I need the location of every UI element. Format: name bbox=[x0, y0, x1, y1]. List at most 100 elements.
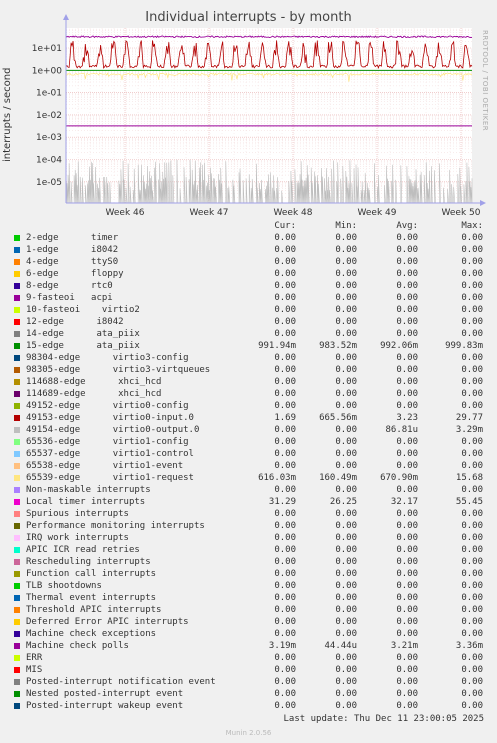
legend-avg-value: 0.00 bbox=[396, 389, 418, 399]
legend-cur-value: 0.00 bbox=[274, 689, 296, 699]
legend-avg-value: 0.00 bbox=[396, 521, 418, 531]
legend-cur-value: 0.00 bbox=[274, 461, 296, 471]
legend-max-value: 0.00 bbox=[461, 353, 483, 363]
legend-avg-value: 0.00 bbox=[396, 629, 418, 639]
legend-cur-value: 0.00 bbox=[274, 593, 296, 603]
legend-swatch bbox=[14, 415, 20, 421]
legend-row: 65537-edge virtio1-control 0.00 0.00 0.00 0.… bbox=[0, 449, 497, 461]
legend-swatch bbox=[14, 295, 20, 301]
legend-avg-value: 0.00 bbox=[396, 293, 418, 303]
legend-cur-value: 0.00 bbox=[274, 581, 296, 591]
legend-swatch bbox=[14, 343, 20, 349]
legend-cur-value: 991.94m bbox=[258, 341, 296, 351]
legend-swatch bbox=[14, 667, 20, 673]
legend-row: 4-edge ttyS0 0.00 0.00 0.00 0.00 bbox=[0, 257, 497, 269]
legend-avg-value: 0.00 bbox=[396, 485, 418, 495]
legend-min-value: 0.00 bbox=[335, 305, 357, 315]
legend-cur-value: 0.00 bbox=[274, 533, 296, 543]
legend-avg-value: 3.23 bbox=[396, 413, 418, 423]
legend-avg-value: 0.00 bbox=[396, 353, 418, 363]
legend-label: Rescheduling interrupts bbox=[26, 557, 151, 567]
legend-max-value: 0.00 bbox=[461, 281, 483, 291]
legend-swatch bbox=[14, 259, 20, 265]
legend-row: 65538-edge virtio1-event 0.00 0.00 0.00 0.00 bbox=[0, 461, 497, 473]
legend-row: Deferred Error APIC interrupts 0.00 0.00 0.… bbox=[0, 617, 497, 629]
legend-min-value: 0.00 bbox=[335, 449, 357, 459]
legend-cur-value: 0.00 bbox=[274, 377, 296, 387]
legend-min-value: 0.00 bbox=[335, 365, 357, 375]
legend-row: 8-edge rtc0 0.00 0.00 0.00 0.00 bbox=[0, 281, 497, 293]
legend-swatch bbox=[14, 643, 20, 649]
legend-avg-value: 0.00 bbox=[396, 701, 418, 711]
legend-max-value: 0.00 bbox=[461, 269, 483, 279]
legend-min-value: 26.25 bbox=[329, 497, 357, 507]
legend-min-value: 0.00 bbox=[335, 377, 357, 387]
legend-label: Machine check polls bbox=[26, 641, 129, 651]
legend-cur-value: 0.00 bbox=[274, 305, 296, 315]
legend-min-value: 983.52m bbox=[319, 341, 357, 351]
legend-label: Deferred Error APIC interrupts bbox=[26, 617, 189, 627]
legend-min-value: 0.00 bbox=[335, 425, 357, 435]
legend-max-value: 0.00 bbox=[461, 509, 483, 519]
legend-max-value: 0.00 bbox=[461, 557, 483, 567]
legend-swatch bbox=[14, 319, 20, 325]
legend-avg-value: 0.00 bbox=[396, 377, 418, 387]
legend-min-value: 0.00 bbox=[335, 257, 357, 267]
legend-label: 2-edge timer bbox=[26, 233, 119, 243]
legend-avg-value: 0.00 bbox=[396, 365, 418, 375]
legend-avg-value: 32.17 bbox=[390, 497, 418, 507]
legend-label: 9-fasteoi acpi bbox=[26, 293, 113, 303]
legend-avg-value: 0.00 bbox=[396, 689, 418, 699]
legend-swatch bbox=[14, 679, 20, 685]
legend-max-value: 0.00 bbox=[461, 629, 483, 639]
legend-row: 114689-edge xhci_hcd 0.00 0.00 0.00 0.00 bbox=[0, 389, 497, 401]
legend-row: APIC ICR read retries 0.00 0.00 0.00 0.00 bbox=[0, 545, 497, 557]
legend-avg-value: 992.06m bbox=[380, 341, 418, 351]
legend-row: Posted-interrupt wakeup event 0.00 0.00 0.0… bbox=[0, 701, 497, 713]
legend-row: Posted-interrupt notification event 0.00 0… bbox=[0, 677, 497, 689]
legend-cur-value: 0.00 bbox=[274, 317, 296, 327]
legend-max-value: 0.00 bbox=[461, 593, 483, 603]
legend-avg-value: 0.00 bbox=[396, 617, 418, 627]
legend-row: Performance monitoring interrupts 0.00 0.0… bbox=[0, 521, 497, 533]
legend-label: 4-edge ttyS0 bbox=[26, 257, 119, 267]
legend-cur-value: 0.00 bbox=[274, 449, 296, 459]
legend-label: Function call interrupts bbox=[26, 569, 157, 579]
legend-cur-value: 0.00 bbox=[274, 665, 296, 675]
legend-swatch bbox=[14, 235, 20, 241]
legend-swatch bbox=[14, 691, 20, 697]
legend-row: 65536-edge virtio1-config 0.00 0.00 0.00 0.0… bbox=[0, 437, 497, 449]
legend-swatch bbox=[14, 595, 20, 601]
legend-row: 49154-edge virtio0-output.0 0.00 0.00 86.81… bbox=[0, 425, 497, 437]
legend-row: Threshold APIC interrupts 0.00 0.00 0.00 0.0… bbox=[0, 605, 497, 617]
legend-cur-value: 0.00 bbox=[274, 365, 296, 375]
legend-min-value: 160.49m bbox=[319, 473, 357, 483]
x-tick-label: Week 49 bbox=[358, 208, 397, 218]
header-max: Max: bbox=[461, 221, 483, 231]
legend-avg-value: 0.00 bbox=[396, 533, 418, 543]
legend-max-value: 0.00 bbox=[461, 581, 483, 591]
legend-label: 98304-edge virtio3-config bbox=[26, 353, 189, 363]
legend-cur-value: 0.00 bbox=[274, 437, 296, 447]
legend-row: Non-maskable interrupts 0.00 0.00 0.00 0.00 bbox=[0, 485, 497, 497]
legend-label: Nested posted-interrupt event bbox=[26, 689, 184, 699]
legend-min-value: 44.44u bbox=[324, 641, 357, 651]
legend-swatch bbox=[14, 451, 20, 457]
legend-row: 49153-edge virtio0-input.0 1.69 665.56m 3.2… bbox=[0, 413, 497, 425]
header-min: Min: bbox=[335, 221, 357, 231]
legend-swatch bbox=[14, 571, 20, 577]
legend-min-value: 0.00 bbox=[335, 557, 357, 567]
y-axis-arrow bbox=[63, 14, 69, 20]
legend-label: 8-edge rtc0 bbox=[26, 281, 113, 291]
legend-cur-value: 0.00 bbox=[274, 569, 296, 579]
legend-row: 9-fasteoi acpi 0.00 0.00 0.00 0.00 bbox=[0, 293, 497, 305]
legend-label: Thermal event interrupts bbox=[26, 593, 157, 603]
legend-max-value: 999.83m bbox=[445, 341, 483, 351]
last-update: Last update: Thu Dec 11 23:00:05 2025 bbox=[283, 714, 484, 724]
legend-min-value: 0.00 bbox=[335, 569, 357, 579]
legend-max-value: 0.00 bbox=[461, 401, 483, 411]
legend-cur-value: 0.00 bbox=[274, 653, 296, 663]
legend-cur-value: 0.00 bbox=[274, 353, 296, 363]
legend-cur-value: 0.00 bbox=[274, 389, 296, 399]
legend-avg-value: 0.00 bbox=[396, 677, 418, 687]
